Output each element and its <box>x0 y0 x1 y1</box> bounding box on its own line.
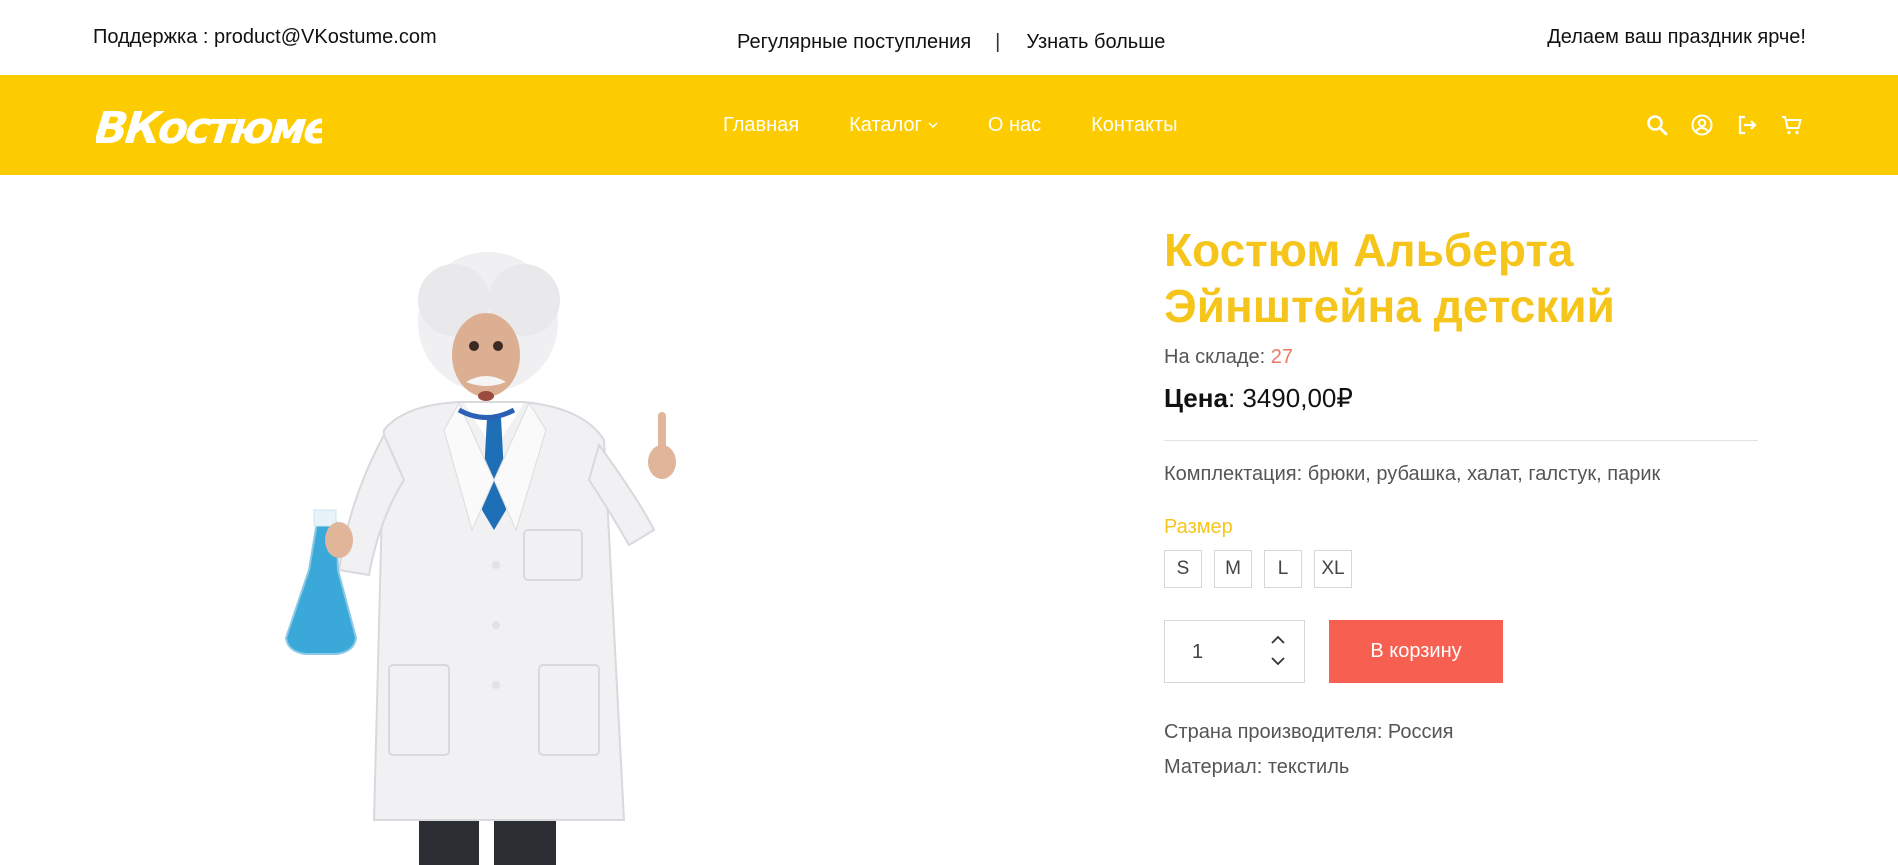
chevron-up-icon[interactable] <box>1269 633 1287 647</box>
product-photo <box>284 252 676 865</box>
nav-home-label: Главная <box>723 113 800 136</box>
top-links: Регулярные поступления | Узнать больше <box>737 31 1165 54</box>
divider <box>1164 440 1758 441</box>
size-options: S M L XL <box>1164 550 1760 588</box>
logout-icon[interactable] <box>1735 113 1759 137</box>
main-header: ВКостюме Главная Каталог О нас Контакты <box>0 75 1898 175</box>
size-label: Размер <box>1164 516 1233 538</box>
price-value: : 3490,00₽ <box>1227 383 1353 413</box>
product-kit: Комплектация: брюки, рубашка, халат, гал… <box>1164 463 1661 485</box>
product-meta: Страна производителя: Россия Материал: т… <box>1164 715 1760 785</box>
price-label: Цена <box>1164 383 1228 413</box>
header-icons <box>1624 75 1804 175</box>
nav-catalog[interactable]: Каталог <box>849 114 938 137</box>
product-title: Костюм Альберта Эйнштейна детский <box>1164 224 1615 332</box>
add-to-cart-button[interactable]: В корзину <box>1329 620 1503 683</box>
regular-arrivals-link[interactable]: Регулярные поступления <box>737 31 971 54</box>
chevron-down-icon <box>928 122 938 129</box>
stock-label: На складе: <box>1164 346 1271 368</box>
product-details: Костюм Альберта Эйнштейна детский На скл… <box>1164 222 1760 785</box>
nav-contacts[interactable]: Контакты <box>1091 114 1177 137</box>
site-logo[interactable]: ВКостюме <box>96 97 322 153</box>
svg-text:ВКостюме: ВКостюме <box>96 103 322 153</box>
top-links-separator: | <box>995 31 1001 53</box>
nav-catalog-label: Каталог <box>849 113 922 136</box>
top-bar: Поддержка : product@VKostume.com Регуляр… <box>0 0 1898 75</box>
price: Цена: 3490,00₽ <box>1164 383 1760 414</box>
nav-home[interactable]: Главная <box>723 114 799 137</box>
size-option-s[interactable]: S <box>1164 550 1202 588</box>
nav-about[interactable]: О нас <box>988 114 1041 137</box>
size-option-l[interactable]: L <box>1264 550 1302 588</box>
account-icon[interactable] <box>1690 113 1714 137</box>
nav-about-label: О нас <box>987 113 1042 136</box>
size-option-xl[interactable]: XL <box>1314 550 1352 588</box>
stock-info: На складе: 27 <box>1164 346 1760 369</box>
stock-count: 27 <box>1270 346 1294 368</box>
slogan: Делаем ваш праздник ярче! <box>1547 26 1806 48</box>
support-email[interactable]: Поддержка : product@VKostume.com <box>93 26 437 49</box>
size-option-m[interactable]: M <box>1214 550 1252 588</box>
quantity-stepper[interactable]: 1 <box>1164 620 1305 683</box>
main-nav: Главная Каталог О нас Контакты <box>723 75 1228 175</box>
search-icon[interactable] <box>1645 113 1669 137</box>
cart-icon[interactable] <box>1780 113 1804 137</box>
nav-contacts-label: Контакты <box>1091 113 1178 136</box>
learn-more-link[interactable]: Узнать больше <box>1026 31 1165 54</box>
country-of-origin: Страна производителя: Россия <box>1164 721 1454 743</box>
buy-row: 1 В корзину <box>1164 620 1760 683</box>
quantity-value[interactable]: 1 <box>1192 641 1203 664</box>
chevron-down-icon[interactable] <box>1269 654 1287 668</box>
material: Материал: текстиль <box>1164 756 1350 778</box>
